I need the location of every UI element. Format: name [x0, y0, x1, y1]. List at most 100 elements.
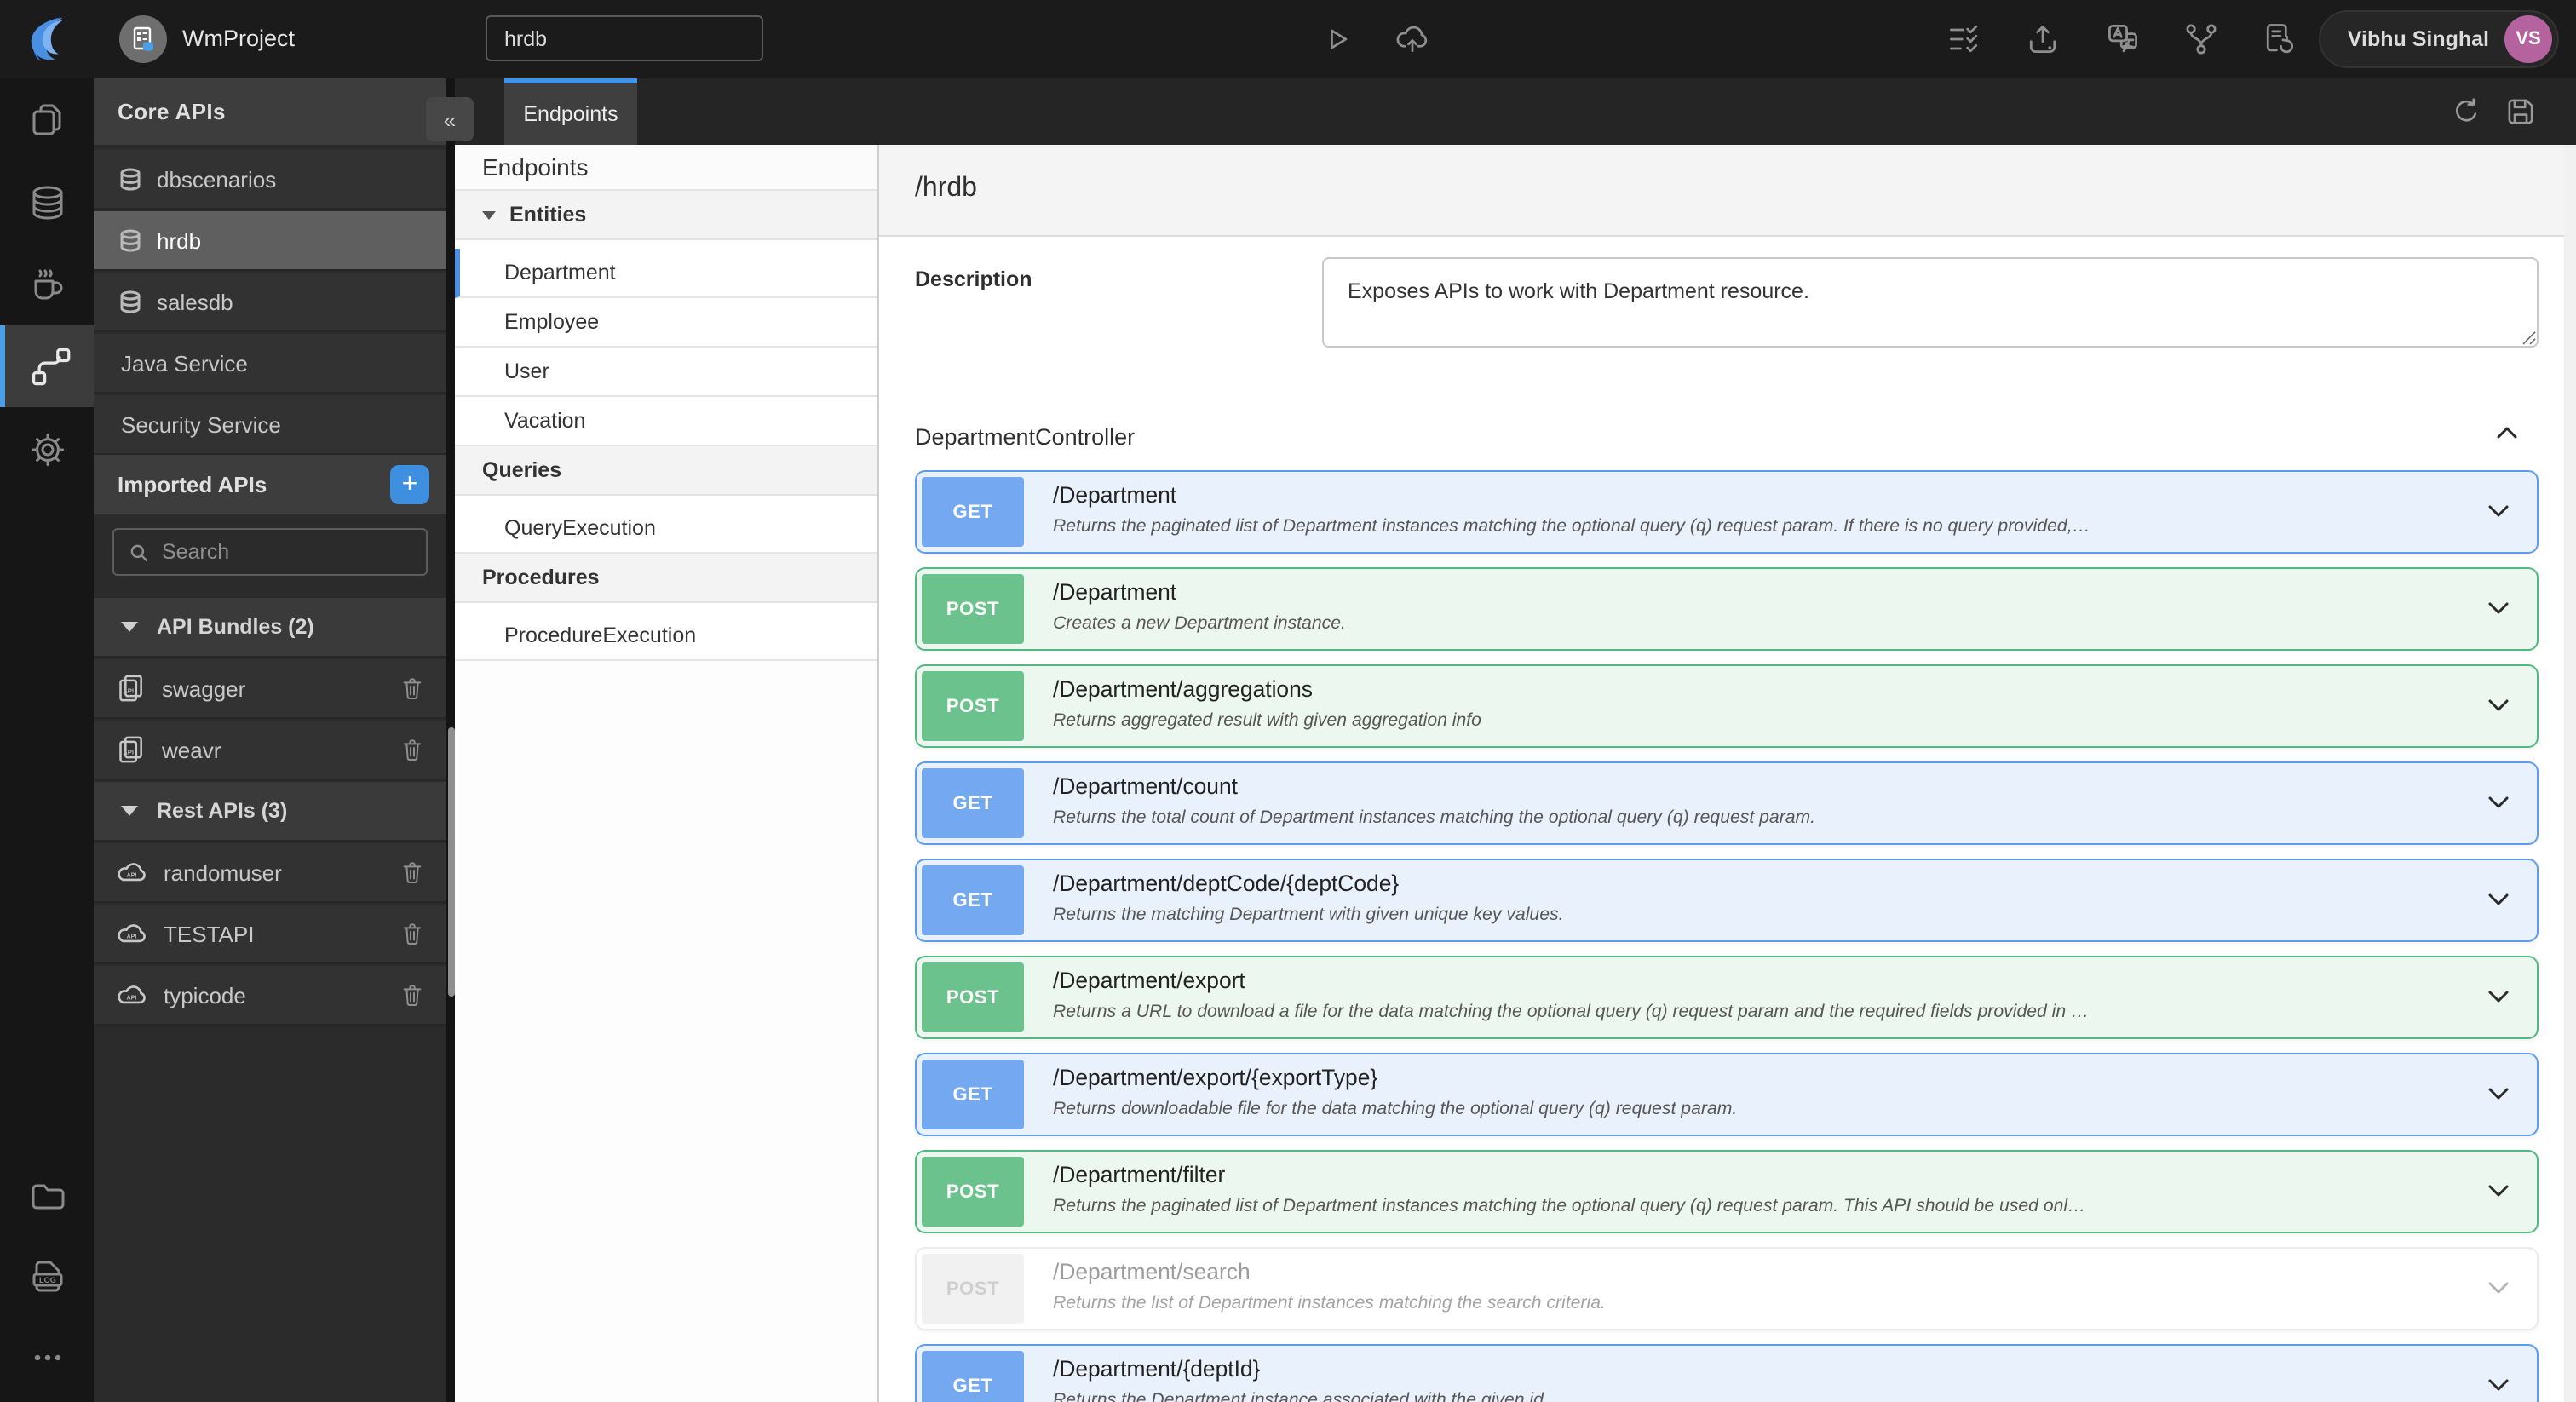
rail-settings-icon[interactable] [0, 409, 94, 491]
api-search [112, 528, 428, 576]
translate-icon[interactable] [2104, 20, 2142, 58]
sidebar-item-salesdb[interactable]: salesdb [94, 273, 446, 332]
chevron-down-icon[interactable] [2487, 990, 2510, 1003]
rail-api-designer-icon[interactable] [0, 325, 94, 407]
endpoint-row-disabled[interactable]: POST /Department/search Returns the list… [915, 1247, 2539, 1330]
endpoint-description: Returns the total count of Department in… [1053, 807, 1816, 828]
endpoint-row[interactable]: GET /Department/count Returns the total … [915, 761, 2539, 845]
chevron-down-icon[interactable] [2487, 796, 2510, 809]
method-badge: GET [922, 865, 1024, 935]
export-icon[interactable] [2024, 20, 2061, 58]
main-scrollbar-track[interactable] [2564, 145, 2576, 1402]
endpoint-path: /Department/{deptId} [1053, 1356, 1261, 1382]
page-title: /hrdb [915, 174, 977, 203]
tree-item-employee[interactable]: Employee [455, 298, 877, 348]
delete-icon[interactable] [399, 736, 426, 763]
git-branch-icon[interactable] [2182, 20, 2220, 58]
method-badge: GET [922, 1060, 1024, 1129]
rail-pages-icon[interactable] [0, 78, 94, 160]
tree-group-queries[interactable]: Queries [455, 446, 877, 496]
method-badge: GET [922, 768, 1024, 838]
tree-group-entities[interactable]: Entities [455, 191, 877, 240]
svg-text:API: API [123, 748, 134, 756]
avatar: VS [2504, 15, 2552, 63]
endpoint-row[interactable]: POST /Department/export Returns a URL to… [915, 956, 2539, 1039]
endpoint-row[interactable]: GET /Department/export/{exportType} Retu… [915, 1053, 2539, 1136]
method-badge: POST [922, 1157, 1024, 1227]
svg-text:API: API [127, 934, 137, 939]
rail-folder-icon[interactable] [0, 1155, 94, 1237]
tree-item-user[interactable]: User [455, 348, 877, 397]
cloud-upload-icon[interactable] [1394, 20, 1431, 58]
chevron-down-icon[interactable] [2487, 601, 2510, 615]
chevron-down-icon[interactable] [2487, 504, 2510, 518]
endpoints-tree-panel: Endpoints Entities Department Employee U… [455, 145, 879, 1402]
tree-item-vacation[interactable]: Vacation [455, 397, 877, 446]
delete-icon[interactable] [399, 675, 426, 702]
endpoint-row[interactable]: POST /Department Creates a new Departmen… [915, 567, 2539, 651]
group-rest-apis[interactable]: Rest APIs (3) [94, 782, 446, 842]
project-icon[interactable] [119, 15, 167, 63]
chevron-down-icon[interactable] [2487, 1378, 2510, 1392]
rail-java-icon[interactable] [0, 244, 94, 325]
description-label: Description [915, 267, 1032, 291]
list-item-weavr[interactable]: API weavr [94, 721, 446, 780]
delete-icon[interactable] [399, 859, 426, 886]
sidebar-item-java-service[interactable]: Java Service [94, 334, 446, 394]
chevron-down-icon[interactable] [2487, 698, 2510, 712]
endpoint-row[interactable]: GET /Department/deptCode/{deptCode} Retu… [915, 859, 2539, 942]
rail-more-icon[interactable] [0, 1317, 94, 1399]
user-menu[interactable]: Vibhu Singhal VS [2318, 10, 2559, 68]
tree-item-procedureexecution[interactable]: ProcedureExecution [455, 612, 877, 661]
list-item-typicode[interactable]: API typicode [94, 966, 446, 1026]
refresh-icon[interactable] [2448, 94, 2484, 129]
sidebar-item-hrdb[interactable]: hrdb [94, 211, 446, 271]
endpoint-row[interactable]: GET /Department Returns the paginated li… [915, 470, 2539, 554]
rail-log-icon[interactable]: LOG [0, 1235, 94, 1317]
sidebar-item-dbscenarios[interactable]: dbscenarios [94, 150, 446, 210]
tree-item-department[interactable]: Department [455, 249, 877, 298]
add-api-button[interactable]: + [390, 465, 429, 504]
checklist-icon[interactable] [1946, 20, 1983, 58]
file-sync-icon[interactable] [2261, 20, 2298, 58]
group-api-bundles[interactable]: API Bundles (2) [94, 598, 446, 658]
tree-group-procedures[interactable]: Procedures [455, 554, 877, 603]
core-apis-panel: Core APIs dbscenarios hrdb salesdb Java … [94, 78, 446, 1402]
play-icon[interactable] [1317, 20, 1354, 58]
chevron-down-icon[interactable] [2487, 1184, 2510, 1198]
group-label: Rest APIs (3) [157, 799, 288, 823]
chevron-down-icon[interactable] [2487, 893, 2510, 906]
project-search-input[interactable] [486, 15, 763, 61]
list-item-label: TESTAPI [164, 921, 255, 946]
endpoint-description: Returns the list of Department instances… [1053, 1293, 1606, 1313]
sidebar-item-security-service[interactable]: Security Service [94, 395, 446, 455]
api-cloud-icon: API [118, 862, 146, 881]
delete-icon[interactable] [399, 920, 426, 947]
chevron-down-icon [121, 806, 138, 816]
endpoint-row[interactable]: POST /Department/filter Returns the pagi… [915, 1150, 2539, 1233]
wavemaker-logo-icon[interactable] [19, 12, 73, 66]
chevron-down-icon[interactable] [2487, 1281, 2510, 1295]
save-icon[interactable] [2503, 94, 2539, 129]
endpoint-row[interactable]: POST /Department/aggregations Returns ag… [915, 664, 2539, 748]
database-icon [120, 167, 141, 190]
tree-gap [455, 603, 877, 612]
chevron-up-icon[interactable] [2496, 426, 2518, 440]
endpoint-row[interactable]: GET /Department/{deptId} Returns the Dep… [915, 1344, 2539, 1402]
description-textarea[interactable]: Exposes APIs to work with Department res… [1322, 257, 2539, 348]
rail-database-icon[interactable] [0, 162, 94, 244]
search-input[interactable] [162, 540, 383, 564]
sidebar-item-label: salesdb [157, 289, 233, 314]
tree-item-queryexecution[interactable]: QueryExecution [455, 504, 877, 554]
sidebar-item-label: Java Service [121, 350, 248, 376]
list-item-swagger[interactable]: API swagger [94, 659, 446, 719]
sidebar-item-label: Security Service [121, 411, 281, 437]
tab-endpoints[interactable]: Endpoints [504, 78, 637, 145]
collapse-panel-button[interactable]: « [426, 97, 474, 141]
list-item-randomuser[interactable]: API randomuser [94, 843, 446, 903]
list-item-testapi[interactable]: API TESTAPI [94, 905, 446, 964]
delete-icon[interactable] [399, 981, 426, 1008]
chevron-down-icon[interactable] [2487, 1087, 2510, 1100]
sidebar-scrollbar[interactable] [447, 727, 454, 997]
endpoint-list: GET /Department Returns the paginated li… [915, 470, 2539, 1402]
